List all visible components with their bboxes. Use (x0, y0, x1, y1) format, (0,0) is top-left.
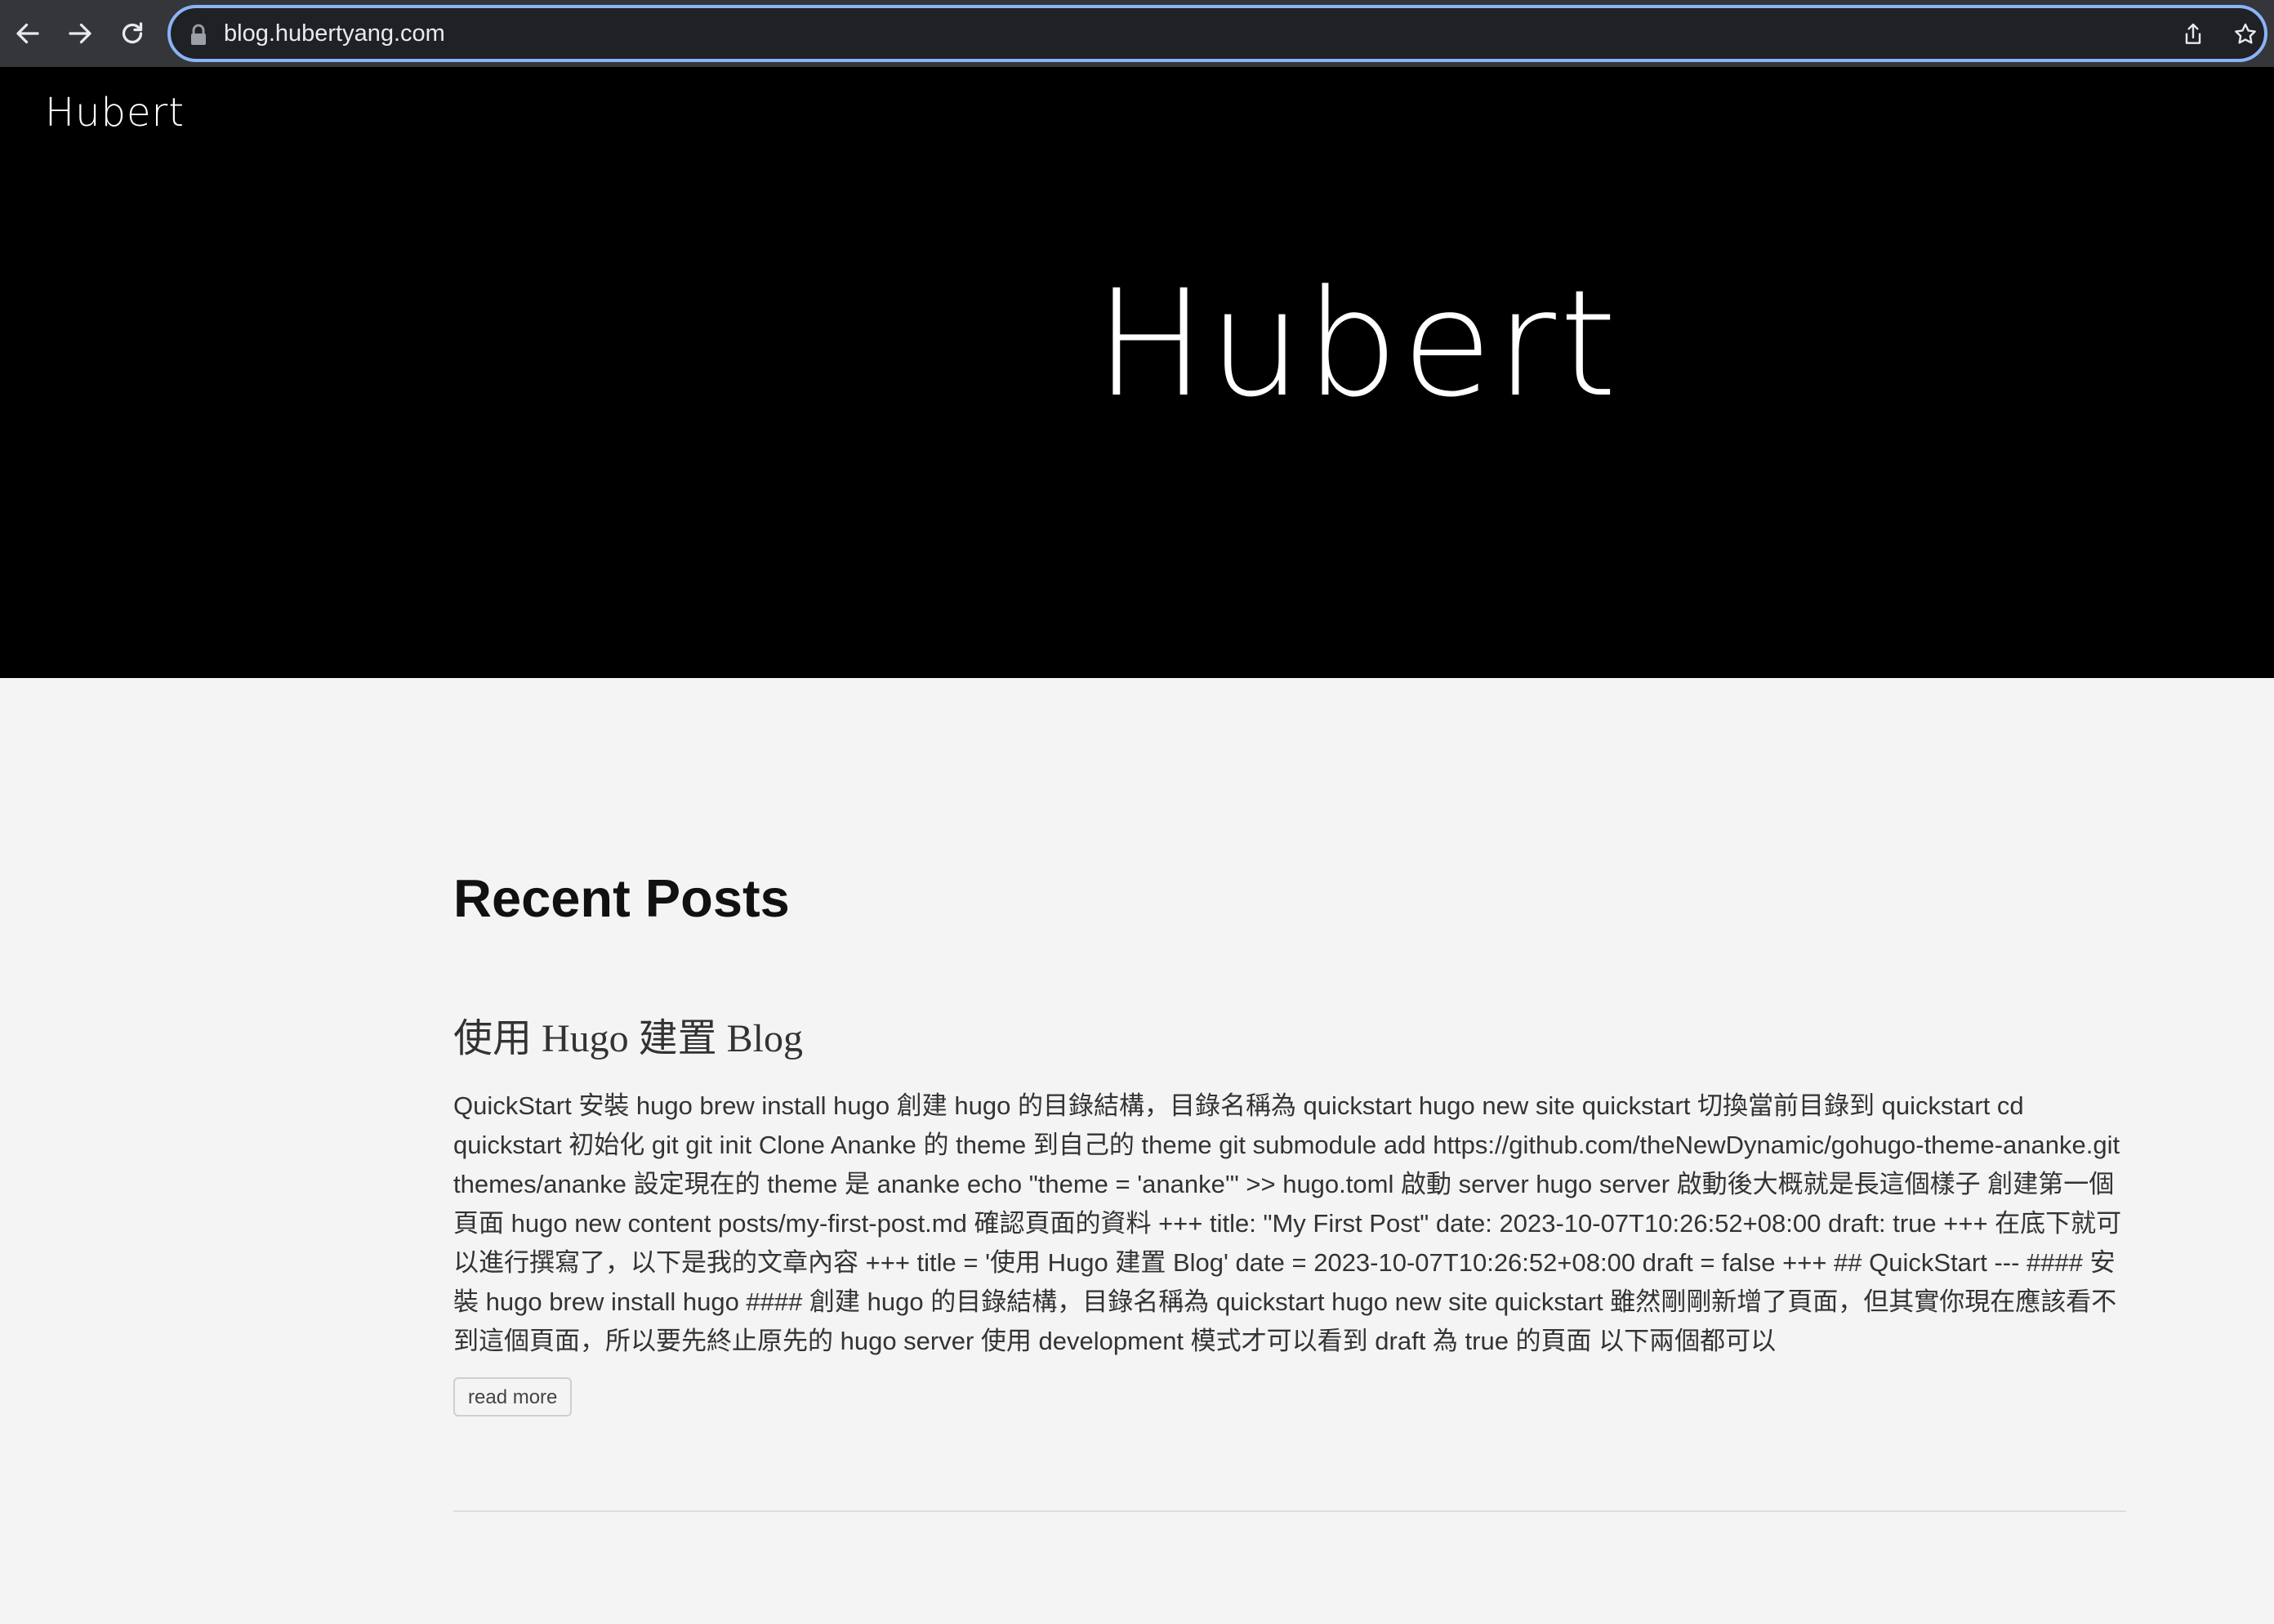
post-item: 使用 Hugo 建置 Blog QuickStart 安裝 hugo brew … (453, 1015, 2126, 1417)
arrow-right-icon (69, 23, 91, 44)
read-more-button[interactable]: read more (453, 1377, 573, 1417)
browser-toolbar: blog.hubertyang.com (0, 0, 2274, 67)
share-icon (2185, 23, 2201, 44)
lock-icon[interactable] (189, 24, 208, 47)
forward-button[interactable] (57, 11, 103, 56)
recent-posts-heading: Recent Posts (453, 868, 790, 928)
hero-header: Hubert Hubert (0, 67, 2274, 678)
post-summary: QuickStart 安裝 hugo brew install hugo 創建 … (453, 1091, 2122, 1355)
main-content: Recent Posts 使用 Hugo 建置 Blog QuickStart … (0, 678, 2274, 1624)
address-bar[interactable]: blog.hubertyang.com (167, 5, 2267, 62)
bookmark-button[interactable] (2227, 16, 2263, 52)
post-divider (453, 1510, 2126, 1512)
post-title-link[interactable]: 使用 Hugo 建置 Blog (453, 1017, 803, 1060)
arrow-left-icon (16, 23, 39, 44)
share-button[interactable] (2175, 16, 2211, 52)
reload-icon (122, 22, 143, 44)
star-icon (2235, 23, 2256, 44)
site-logo-link[interactable]: Hubert (45, 90, 185, 136)
hero-title: Hubert (1095, 259, 1621, 430)
back-button[interactable] (5, 11, 51, 56)
reload-button[interactable] (109, 11, 155, 56)
url-text[interactable]: blog.hubertyang.com (224, 8, 445, 59)
